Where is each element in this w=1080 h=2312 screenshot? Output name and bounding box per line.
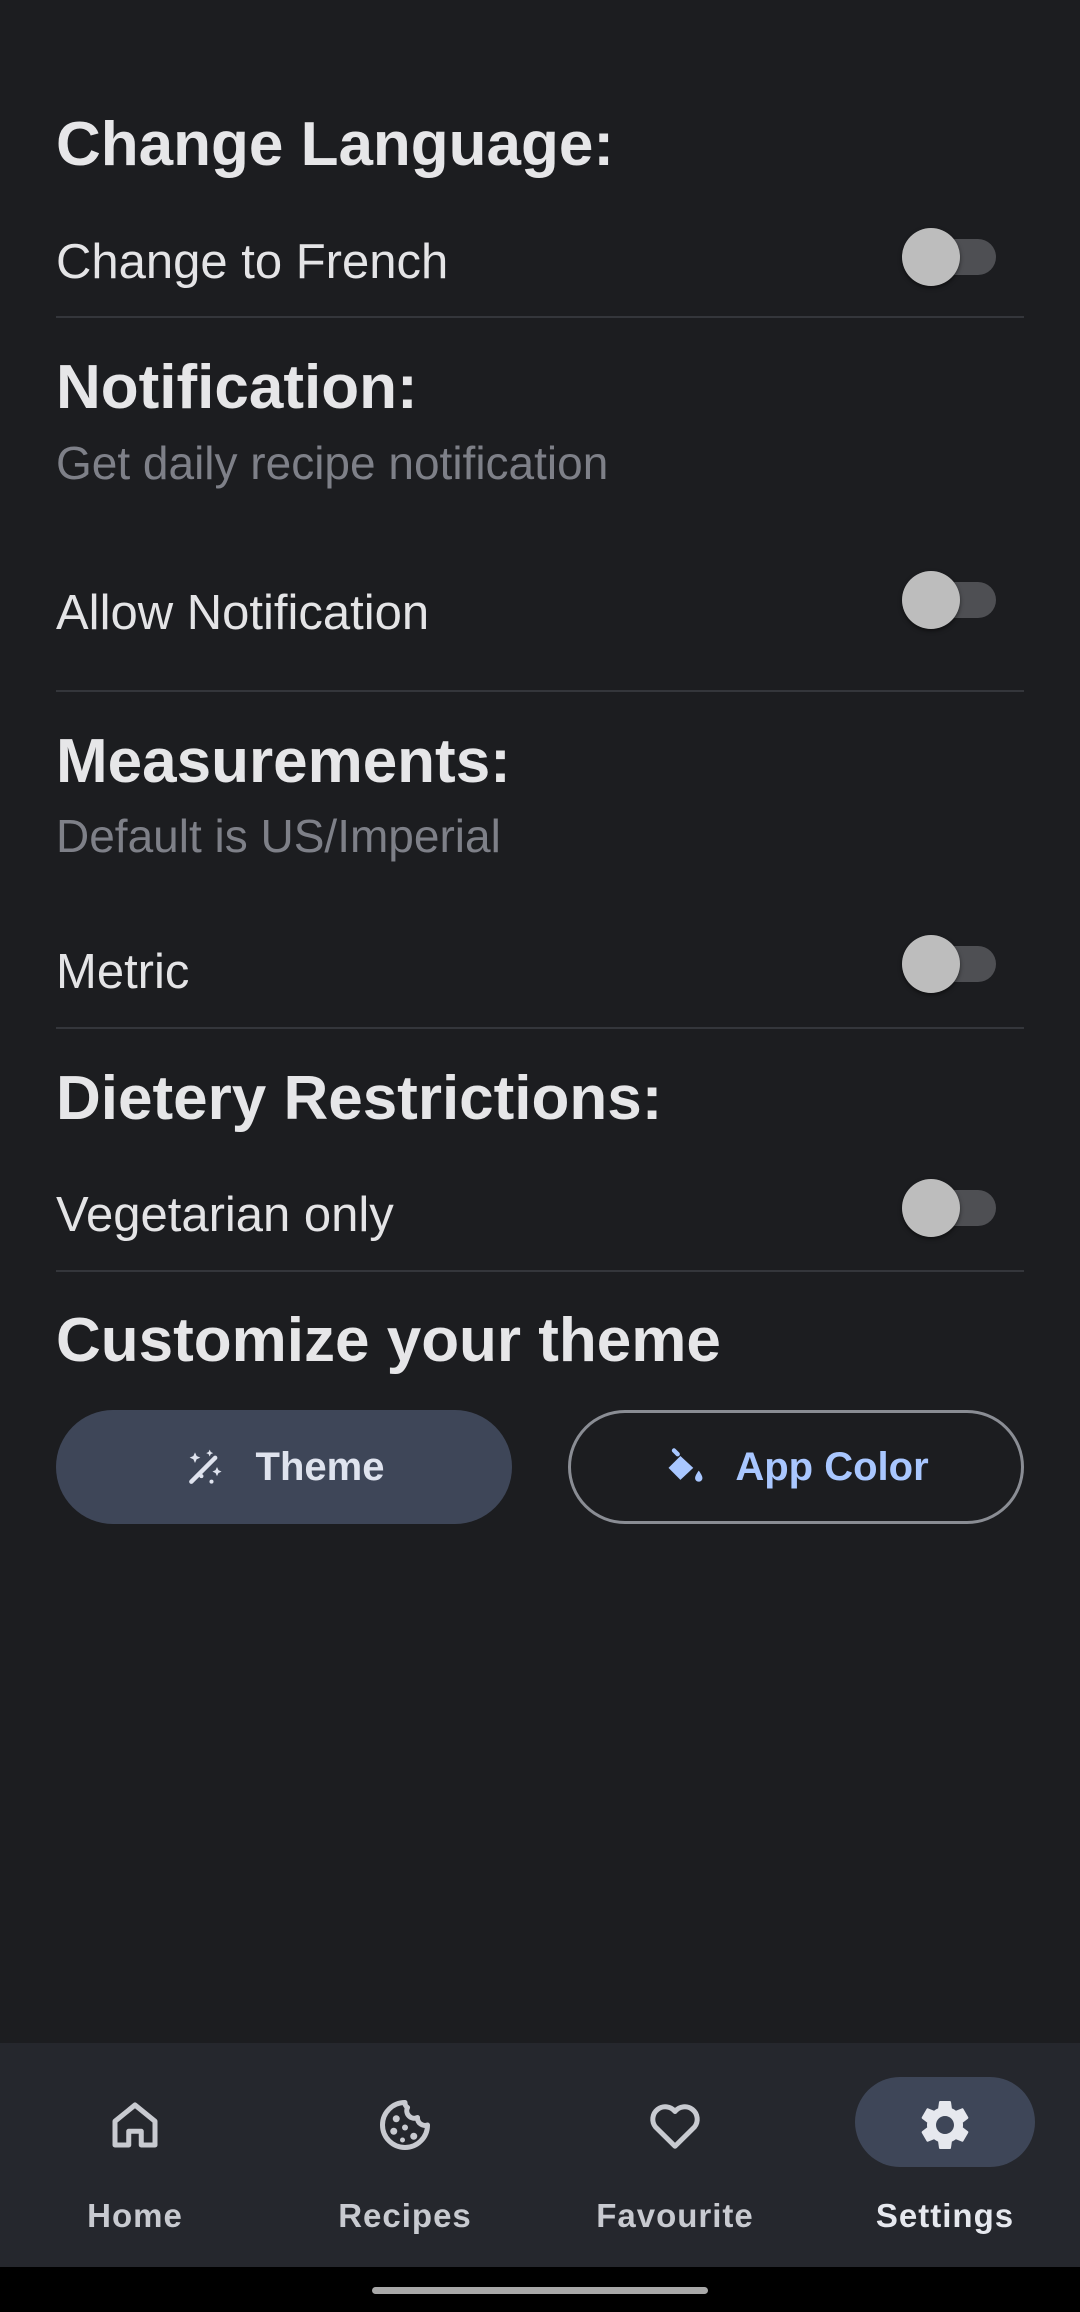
heart-icon bbox=[650, 2104, 700, 2149]
toggle-thumb bbox=[902, 1179, 960, 1237]
nav-label-recipes: Recipes bbox=[338, 2197, 472, 2234]
measurements-section-title: Measurements: bbox=[56, 727, 511, 796]
app-color-button-label: App Color bbox=[735, 1444, 929, 1489]
paint-bucket-icon bbox=[668, 1448, 703, 1482]
home-icon bbox=[112, 2102, 158, 2148]
vegetarian-toggle[interactable] bbox=[902, 1177, 996, 1237]
system-gesture-area bbox=[0, 2267, 1080, 2312]
theme-button-label: Theme bbox=[255, 1444, 385, 1489]
metric-toggle[interactable] bbox=[902, 933, 996, 993]
toggle-thumb bbox=[902, 228, 960, 286]
change-to-french-label: Change to French bbox=[56, 235, 449, 289]
bottom-navigation-bar: Home Recipes Favourite Settings bbox=[0, 2043, 1080, 2267]
gear-icon bbox=[921, 2101, 969, 2149]
divider bbox=[56, 1027, 1024, 1029]
gesture-handle[interactable] bbox=[372, 2287, 708, 2294]
allow-notification-label: Allow Notification bbox=[56, 586, 430, 640]
app-color-button[interactable]: App Color bbox=[568, 1410, 1024, 1524]
notification-section-title: Notification: bbox=[56, 353, 418, 422]
measurements-subtitle: Default is US/Imperial bbox=[56, 810, 501, 862]
vegetarian-only-label: Vegetarian only bbox=[56, 1188, 394, 1242]
nav-item-recipes[interactable]: Recipes bbox=[270, 2043, 540, 2267]
theme-button[interactable]: Theme bbox=[56, 1410, 512, 1524]
nav-item-home[interactable]: Home bbox=[0, 2043, 270, 2267]
language-section-title: Change Language: bbox=[56, 110, 615, 179]
divider bbox=[56, 690, 1024, 692]
nav-label-home: Home bbox=[87, 2197, 183, 2234]
nav-item-favourite[interactable]: Favourite bbox=[540, 2043, 810, 2267]
toggle-thumb bbox=[902, 935, 960, 993]
divider bbox=[56, 316, 1024, 318]
nav-label-settings: Settings bbox=[875, 2197, 1015, 2234]
diet-section-title: Dietery Restrictions: bbox=[56, 1064, 663, 1133]
notification-subtitle: Get daily recipe notification bbox=[56, 437, 609, 489]
french-toggle[interactable] bbox=[902, 226, 996, 286]
theme-section-title: Customize your theme bbox=[56, 1306, 721, 1375]
divider bbox=[56, 1270, 1024, 1272]
nav-label-favourite: Favourite bbox=[596, 2197, 754, 2234]
notification-toggle[interactable] bbox=[902, 569, 996, 629]
metric-label: Metric bbox=[56, 945, 190, 999]
cookie-icon bbox=[380, 2100, 430, 2150]
nav-item-settings[interactable]: Settings bbox=[810, 2043, 1080, 2267]
magic-wand-icon bbox=[188, 1449, 222, 1484]
toggle-thumb bbox=[902, 571, 960, 629]
